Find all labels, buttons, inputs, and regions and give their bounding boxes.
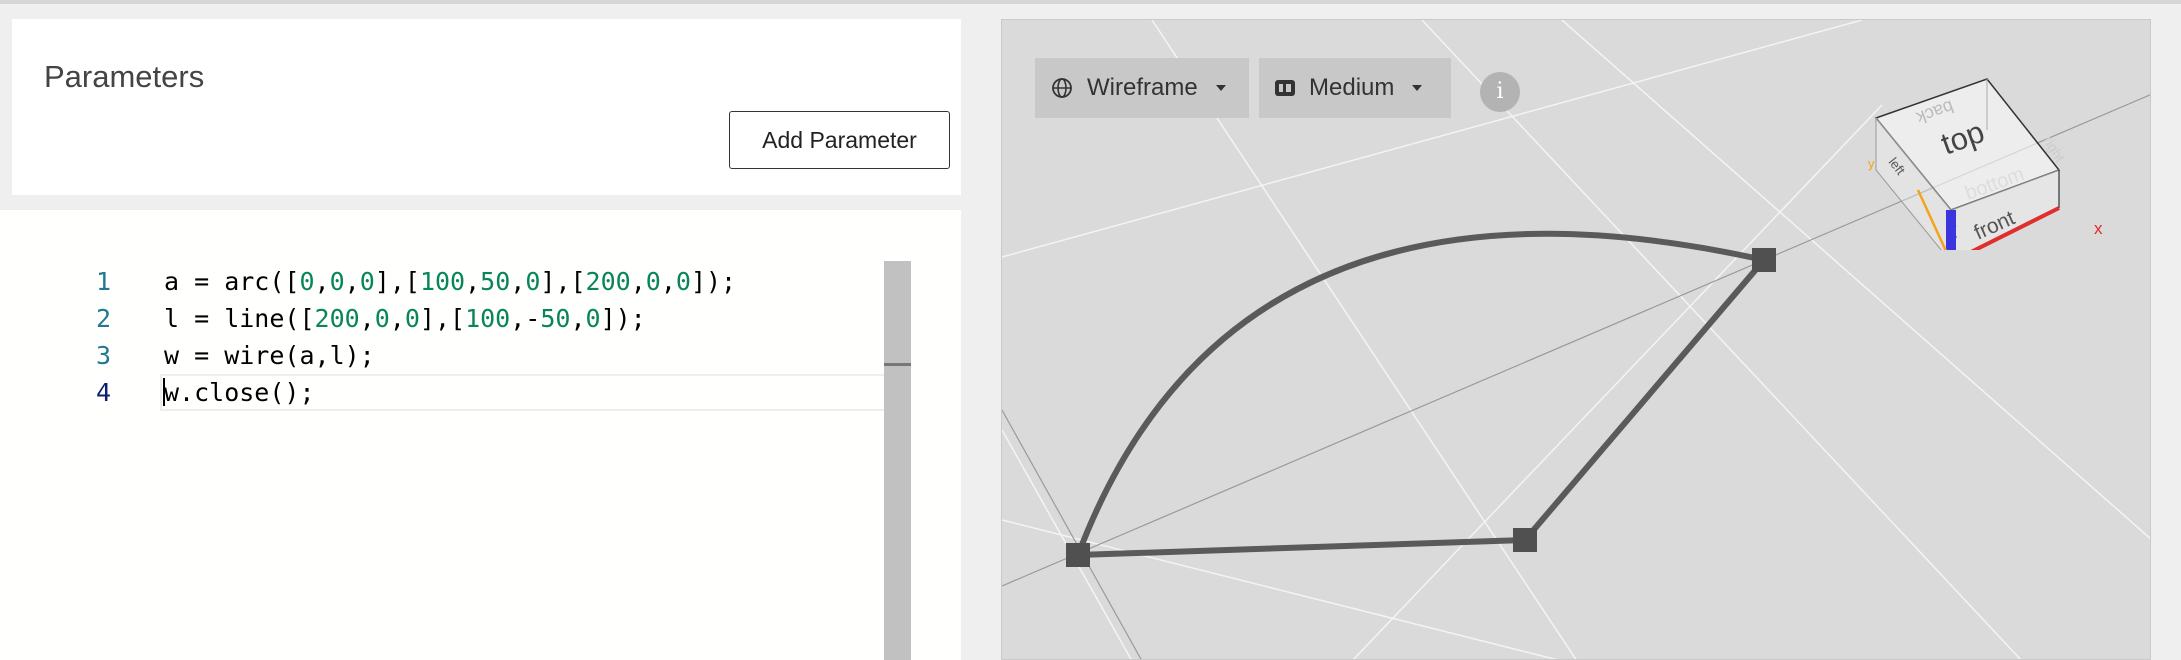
info-button[interactable]: i — [1480, 72, 1520, 112]
line-code[interactable]: w = wire(a,l); — [164, 337, 375, 374]
number-token: 50 — [480, 267, 511, 296]
3d-viewport[interactable]: Wireframe Medium i top front left back r… — [1001, 19, 2151, 660]
line-number: 3 — [95, 341, 111, 370]
number-token: 0 — [645, 267, 661, 296]
code-token: , — [314, 267, 330, 296]
code-token: , — [344, 267, 360, 296]
number-token: 0 — [585, 304, 601, 333]
vertex-marker — [1752, 248, 1776, 272]
grid-line — [1352, 104, 1883, 659]
code-editor[interactable]: 1a = arc([0,0,0],[100,50,0],[200,0,0]); 2… — [0, 210, 961, 660]
code-token: , — [510, 267, 526, 296]
shading-mode-label: Wireframe — [1087, 74, 1198, 101]
parameters-panel: Parameters Add Parameter — [12, 19, 961, 195]
hd-badge-icon — [1275, 80, 1295, 96]
number-token: 200 — [314, 304, 360, 333]
vertex-marker — [1513, 528, 1537, 552]
add-parameter-button[interactable]: Add Parameter — [729, 111, 950, 169]
number-token: 200 — [585, 267, 631, 296]
code-token: w = wire(a,l); — [164, 341, 375, 370]
number-token: 0 — [675, 267, 691, 296]
code-token: l = line([ — [164, 304, 315, 333]
code-token: , — [570, 304, 586, 333]
vertex-marker — [1066, 543, 1090, 567]
number-token: 100 — [419, 267, 466, 296]
line-number: 4 — [95, 378, 111, 407]
shading-mode-dropdown[interactable]: Wireframe — [1035, 58, 1249, 118]
line-edge — [1522, 257, 1767, 543]
closing-line-edge — [1075, 537, 1528, 558]
caret-down-icon — [1215, 85, 1226, 91]
number-token: 0 — [374, 304, 390, 333]
code-token: , — [630, 267, 646, 296]
arc-edge — [1075, 230, 1767, 558]
editor-scrollbar[interactable] — [884, 261, 911, 660]
code-line[interactable]: 3 w = wire(a,l); — [0, 337, 900, 374]
code-token: , — [660, 267, 676, 296]
number-token: 0 — [525, 267, 541, 296]
caret-down-icon — [1412, 85, 1423, 91]
code-token: ],[ — [540, 267, 586, 296]
number-token: 0 — [404, 304, 420, 333]
top-border-strip — [0, 0, 2181, 4]
code-token: ],[ — [419, 304, 466, 333]
number-token: 100 — [465, 304, 511, 333]
y-axis-label: y — [1868, 156, 1875, 171]
line-code[interactable]: l = line([200,0,0],[100,-50,0]); — [164, 300, 646, 337]
code-token: ],[ — [374, 267, 420, 296]
quality-label: Medium — [1309, 74, 1395, 101]
number-token: 0 — [359, 267, 375, 296]
number-token: 0 — [329, 267, 345, 296]
code-token: a = arc([ — [164, 267, 300, 296]
code-token: , — [465, 267, 481, 296]
parameters-title: Parameters — [44, 59, 205, 94]
line-number: 1 — [95, 267, 111, 296]
scrollbar-position-marker — [884, 363, 911, 366]
number-token: 50 — [540, 304, 571, 333]
wire-vertices — [1066, 248, 1776, 567]
z-axis-label: Z — [1946, 222, 1957, 242]
line-code[interactable]: a = arc([0,0,0],[100,50,0],[200,0,0]); — [164, 263, 736, 300]
view-cube[interactable]: top front left back right bottom x y Z — [1868, 50, 2108, 250]
code-token: ]); — [600, 304, 646, 333]
code-token: , — [389, 304, 405, 333]
text-cursor — [163, 378, 165, 406]
code-token: , — [359, 304, 375, 333]
code-token: ,- — [510, 304, 541, 333]
quality-dropdown[interactable]: Medium — [1259, 58, 1451, 118]
code-token: ]); — [690, 267, 737, 296]
x-axis-label: x — [2094, 219, 2103, 238]
grid-line — [1002, 20, 1863, 258]
code-line[interactable]: 1a = arc([0,0,0],[100,50,0],[200,0,0]); — [0, 263, 900, 300]
current-line-highlight — [160, 374, 910, 411]
wire-shape — [1075, 230, 1767, 558]
globe-icon — [1051, 77, 1073, 99]
line-number: 2 — [95, 304, 111, 333]
code-line[interactable]: 2l = line([200,0,0],[100,-50,0]); — [0, 300, 900, 337]
number-token: 0 — [299, 267, 315, 296]
